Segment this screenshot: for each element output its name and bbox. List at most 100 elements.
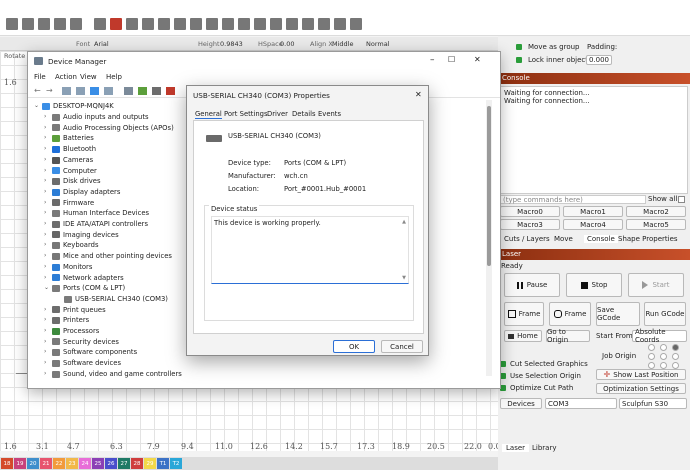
optimization-settings-button[interactable]: Optimization Settings	[596, 383, 686, 394]
color-swatch[interactable]: 22	[53, 458, 65, 469]
tab-general[interactable]: General	[195, 110, 222, 119]
color-swatch[interactable]: T2	[170, 458, 182, 469]
tree-category[interactable]: › Cameras	[44, 155, 93, 166]
tool-icon[interactable]	[94, 18, 106, 30]
run-gcode-button[interactable]: Run GCode	[644, 302, 686, 326]
color-swatch[interactable]: 19	[14, 458, 26, 469]
color-swatch[interactable]: 26	[105, 458, 117, 469]
padding-input[interactable]: 0.000	[586, 55, 612, 65]
uninstall-icon[interactable]	[166, 87, 175, 95]
chevron-right-icon[interactable]: ›	[44, 369, 52, 380]
color-swatch[interactable]: 24	[79, 458, 91, 469]
pause-button[interactable]: Pause	[504, 273, 560, 297]
update-driver-icon[interactable]	[138, 87, 147, 95]
tool-icon[interactable]	[22, 18, 34, 30]
origin-radio[interactable]	[648, 344, 655, 351]
tree-category[interactable]: › Human Interface Devices	[44, 208, 149, 219]
tool-icon[interactable]	[334, 18, 346, 30]
tool-icon[interactable]	[206, 18, 218, 30]
tree-category[interactable]: › Disk drives	[44, 176, 101, 187]
tree-child-item[interactable]: USB-SERIAL CH340 (COM3)	[64, 294, 168, 305]
chevron-right-icon[interactable]: ›	[44, 347, 52, 358]
color-swatch[interactable]: 18	[1, 458, 13, 469]
macro-button[interactable]: Macro0	[500, 206, 560, 217]
tool-icon[interactable]	[142, 18, 154, 30]
tree-category[interactable]: › Keyboards	[44, 240, 99, 251]
hspace-input[interactable]: 0.00	[280, 40, 294, 48]
tree-category[interactable]: › Monitors	[44, 262, 92, 273]
tab-driver[interactable]: Driver	[267, 110, 288, 118]
tree-category[interactable]: › Software devices	[44, 358, 121, 369]
help-icon[interactable]	[90, 87, 99, 95]
color-swatch[interactable]: T1	[157, 458, 169, 469]
tab-port-settings[interactable]: Port Settings	[224, 110, 268, 118]
tree-category[interactable]: › Audio inputs and outputs	[44, 112, 149, 123]
chevron-right-icon[interactable]: ›	[44, 133, 52, 144]
save-gcode-button[interactable]: Save GCode	[596, 302, 640, 326]
tree-category[interactable]: › Audio Processing Objects (APOs)	[44, 123, 174, 134]
tree-category[interactable]: › IDE ATA/ATAPI controllers	[44, 219, 148, 230]
maximize-icon[interactable]: ☐	[448, 55, 455, 64]
cancel-button[interactable]: Cancel	[381, 340, 423, 353]
view-icon[interactable]	[76, 87, 85, 95]
go-origin-button[interactable]: Go to Origin	[546, 328, 590, 344]
port-select[interactable]: COM3	[545, 398, 617, 409]
macro-button[interactable]: Macro5	[626, 219, 686, 230]
tree-category[interactable]: › Display adapters	[44, 187, 120, 198]
chevron-right-icon[interactable]: ›	[44, 166, 52, 177]
device-status-box[interactable]: This device is working properly. ▲ ▼	[211, 216, 409, 284]
panel-tab[interactable]: Console	[584, 235, 618, 243]
tree-category[interactable]: › Processors	[44, 326, 99, 337]
tree-category[interactable]: › Sound, video and game controllers	[44, 369, 182, 380]
macro-button[interactable]: Macro3	[500, 219, 560, 230]
chevron-right-icon[interactable]: ›	[44, 208, 52, 219]
tool-icon[interactable]	[70, 18, 82, 30]
chevron-right-icon[interactable]: ›	[44, 144, 52, 155]
bottom-tab[interactable]: Laser	[502, 444, 530, 452]
style-select[interactable]: Normal	[366, 40, 390, 48]
tool-icon[interactable]	[158, 18, 170, 30]
origin-radio[interactable]	[648, 362, 655, 369]
chevron-right-icon[interactable]: ›	[44, 315, 52, 326]
show-last-position-button[interactable]: ✛ Show Last Position	[596, 369, 686, 380]
color-swatch[interactable]: 27	[118, 458, 130, 469]
color-swatch[interactable]: 21	[40, 458, 52, 469]
color-swatch[interactable]: 28	[131, 458, 143, 469]
tree-category[interactable]: ⌄ Ports (COM & LPT)	[44, 283, 125, 294]
command-input[interactable]: (type commands here)	[500, 195, 646, 204]
scroll-down-icon[interactable]: ▼	[402, 275, 406, 281]
machine-select[interactable]: Sculpfun S30	[619, 398, 687, 409]
move-group-toggle[interactable]	[516, 44, 522, 50]
disable-icon[interactable]	[152, 87, 161, 95]
chevron-right-icon[interactable]: ›	[44, 219, 52, 230]
tree-category[interactable]: › Computer	[44, 166, 97, 177]
tool-icon[interactable]	[54, 18, 66, 30]
color-swatch[interactable]: 23	[66, 458, 78, 469]
tree-category[interactable]: › Printers	[44, 315, 89, 326]
chevron-right-icon[interactable]: ›	[44, 337, 52, 348]
align-select[interactable]: Middle	[332, 40, 353, 48]
tool-icon[interactable]	[126, 18, 138, 30]
tool-icon[interactable]	[286, 18, 298, 30]
tree-category[interactable]: › Bluetooth	[44, 144, 96, 155]
dm-scrollbar[interactable]	[486, 100, 492, 376]
height-input[interactable]: 0.9843	[220, 40, 243, 48]
tool-icon[interactable]	[38, 18, 50, 30]
tab-details[interactable]: Details	[292, 110, 316, 118]
tree-category[interactable]: › Network adapters	[44, 273, 124, 284]
tool-icon[interactable]	[174, 18, 186, 30]
color-swatch[interactable]: 20	[27, 458, 39, 469]
tool-icon[interactable]	[110, 18, 122, 30]
panel-tab[interactable]: Cuts / Layers	[504, 235, 550, 243]
chevron-right-icon[interactable]: ›	[44, 305, 52, 316]
tool-icon[interactable]	[270, 18, 282, 30]
color-swatch[interactable]: 25	[92, 458, 104, 469]
chevron-right-icon[interactable]: ›	[44, 251, 52, 262]
origin-radio[interactable]	[660, 353, 667, 360]
tree-root[interactable]: ⌄ DESKTOP-MQNJ4K	[34, 101, 114, 112]
close-icon[interactable]: ✕	[474, 55, 481, 64]
macro-button[interactable]: Macro2	[626, 206, 686, 217]
start-from-select[interactable]: Absolute Coords	[632, 328, 687, 344]
origin-radio[interactable]	[660, 344, 667, 351]
origin-radio[interactable]	[672, 362, 679, 369]
